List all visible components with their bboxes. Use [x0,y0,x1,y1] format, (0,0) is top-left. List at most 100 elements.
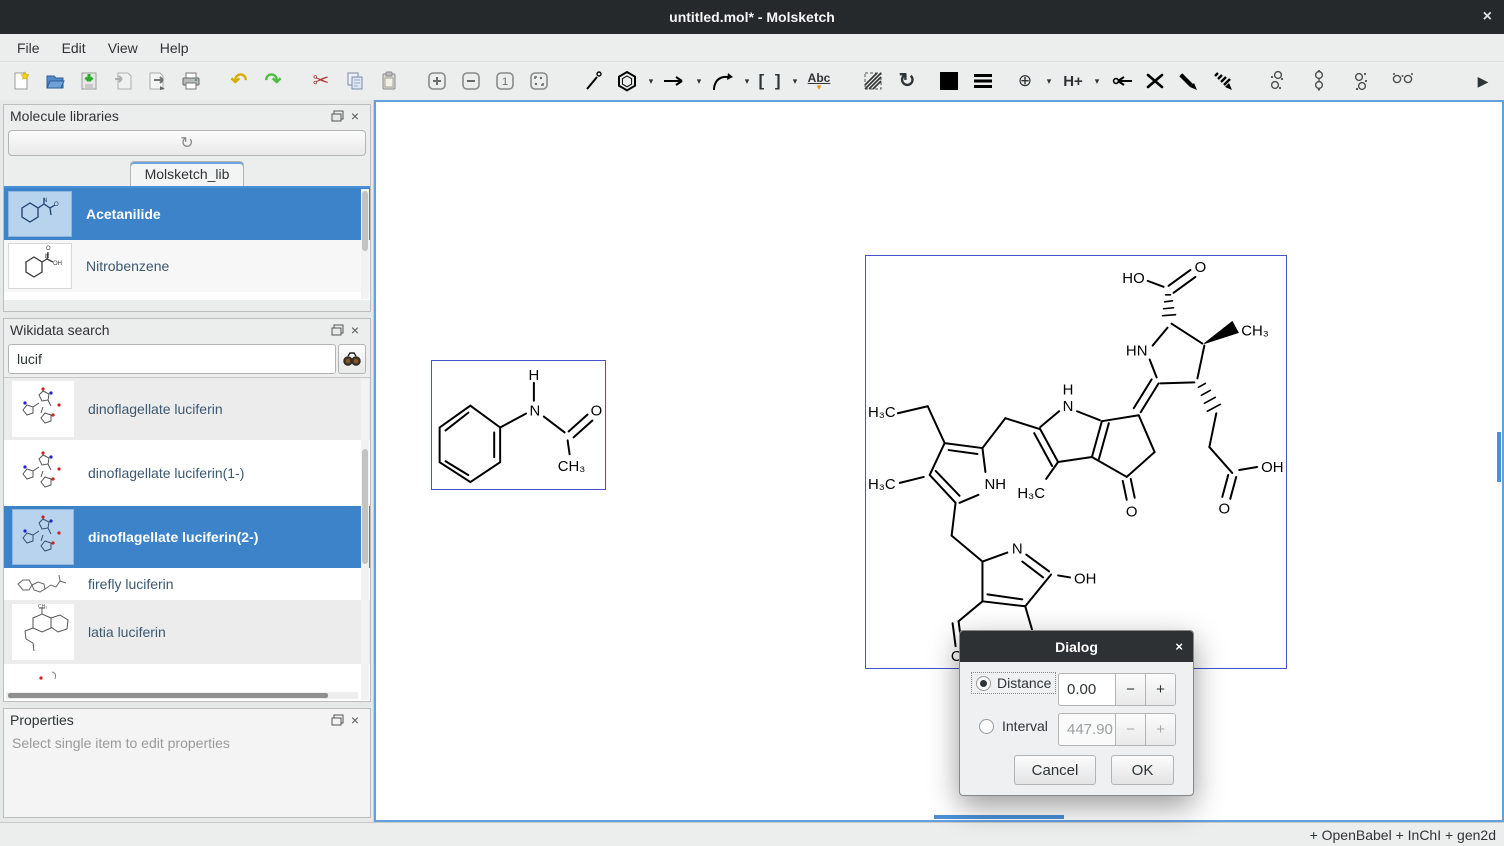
menu-bar: File Edit View Help [0,34,1504,62]
list-item-nitrobenzene[interactable]: NOOH Nitrobenzene [4,240,370,292]
new-document-icon[interactable] [4,65,38,97]
wikidata-vertical-scrollbar[interactable] [361,379,369,700]
charge-dropdown[interactable]: ▾ [1042,65,1056,97]
zoom-original-icon[interactable]: 1 [488,65,522,97]
menu-file[interactable]: File [6,36,51,60]
distance-value[interactable]: 0.00 [1059,674,1115,705]
draw-bond-icon[interactable] [576,65,610,97]
line-width-icon[interactable] [966,65,1000,97]
paste-icon[interactable] [372,65,406,97]
reaction-arrow-dropdown[interactable]: ▾ [692,65,706,97]
wikidata-search-panel: Wikidata search × dinoflagellate lucifer… [3,318,371,702]
library-fragment-4-icon[interactable] [1386,65,1420,97]
svg-text:1: 1 [502,76,508,88]
svg-text:O: O [54,202,59,208]
brackets-dropdown[interactable]: ▾ [788,65,802,97]
delete-icon[interactable] [1138,65,1172,97]
distance-increment-button[interactable]: + [1145,674,1175,705]
color-picker-icon[interactable] [932,65,966,97]
wikidata-horizontal-scrollbar[interactable] [6,692,358,699]
expand-toolbar-icon[interactable]: ▶ [1466,65,1500,97]
close-panel-icon[interactable]: × [346,322,364,338]
save-icon[interactable] [72,65,106,97]
canvas-horizontal-scrollbar[interactable] [934,815,1064,819]
hatch-selection-icon[interactable] [856,65,890,97]
mechanism-arrow-dropdown[interactable]: ▾ [740,65,754,97]
atom-label: CH₃ [558,459,586,475]
wedge-bond-back-icon[interactable] [1206,65,1240,97]
menu-help[interactable]: Help [149,36,200,60]
drawing-canvas[interactable]: H N O CH₃ [374,100,1504,822]
distance-radio[interactable] [976,676,991,691]
interval-value[interactable]: 447.90 [1059,714,1115,745]
open-file-icon[interactable] [38,65,72,97]
molecule-acetanilide[interactable]: H N O CH₃ [431,360,606,490]
atom-label: N [1063,398,1074,415]
zoom-in-icon[interactable] [420,65,454,97]
export-icon[interactable] [140,65,174,97]
float-panel-icon[interactable] [328,712,346,728]
interval-increment-button[interactable]: + [1145,714,1175,745]
float-panel-icon[interactable] [328,108,346,124]
undo-icon[interactable]: ↶ [222,65,256,97]
insert-brackets-icon[interactable]: [ ] [754,65,788,97]
mechanism-arrow-icon[interactable] [706,65,740,97]
float-panel-icon[interactable] [328,322,346,338]
insert-ring-icon[interactable] [610,65,644,97]
library-fragment-2-icon[interactable] [1302,65,1336,97]
add-hydrogen-icon[interactable]: H+ [1056,65,1090,97]
search-button[interactable] [338,344,366,374]
dialog-title-bar[interactable]: Dialog × [960,631,1193,662]
library-tab-bar: Molsketch_lib [4,159,370,186]
result-label: dinoflagellate luciferin [88,401,223,417]
reaction-arrow-icon[interactable] [658,65,692,97]
insert-text-icon[interactable]: Abc ▾ [802,65,836,97]
canvas-vertical-scrollbar[interactable] [1497,432,1501,482]
implicit-hydrogen-icon[interactable] [1104,65,1138,97]
cancel-button[interactable]: Cancel [1014,755,1096,785]
library-list-scrollbar[interactable] [361,189,369,299]
close-panel-icon[interactable]: × [346,712,364,728]
distance-spinbox: 0.00 − + [1058,673,1176,706]
menu-view[interactable]: View [97,36,149,60]
library-fragment-1-icon[interactable] [1260,65,1294,97]
library-list: NO Acetanilide NOOH Nitrobenzene [4,186,370,300]
result-firefly-luciferin[interactable]: firefly luciferin [4,568,370,600]
text-color-caret: ▾ [817,84,822,90]
result-dinoflagellate-luciferin[interactable]: dinoflagellate luciferin [4,378,370,440]
atom-label: H₃C [868,404,896,421]
properties-panel-header: Properties × [4,709,370,731]
result-dinoflagellate-luciferin-2[interactable]: dinoflagellate luciferin(2-) [4,506,370,568]
interval-label: Interval [1002,718,1048,734]
ring-dropdown[interactable]: ▾ [644,65,658,97]
zoom-out-icon[interactable] [454,65,488,97]
tab-molsketch-lib[interactable]: Molsketch_lib [130,161,245,186]
molecule-dinoflagellate-luciferin[interactable]: HO O CH₃ HN H N H₃C H₃C NH H₃C O OH O N … [865,255,1287,669]
menu-edit[interactable]: Edit [51,36,97,60]
print-icon[interactable] [174,65,208,97]
close-panel-icon[interactable]: × [346,108,364,124]
library-fragment-3-icon[interactable] [1344,65,1378,97]
interval-radio[interactable] [979,719,994,734]
rotate-icon[interactable]: ↻ [890,65,924,97]
hydrogen-dropdown[interactable]: ▾ [1090,65,1104,97]
distance-decrement-button[interactable]: − [1115,674,1145,705]
cut-icon[interactable]: ✂ [304,65,338,97]
list-item-acetanilide[interactable]: NO Acetanilide [4,188,370,240]
zoom-fit-icon[interactable] [522,65,556,97]
result-dinoflagellate-luciferin-1[interactable]: dinoflagellate luciferin(1-) [4,440,370,506]
charge-icon[interactable]: ⊕ [1008,65,1042,97]
interval-decrement-button[interactable]: − [1115,714,1145,745]
atom-label: H₃C [868,476,896,493]
window-close-button[interactable]: × [1483,0,1492,34]
copy-icon[interactable] [338,65,372,97]
wedge-bond-front-icon[interactable] [1172,65,1206,97]
wikidata-search-input[interactable] [8,344,336,374]
save-as-icon[interactable] [106,65,140,97]
result-partial-row[interactable] [4,664,370,690]
redo-icon[interactable]: ↷ [256,65,290,97]
result-latia-luciferin[interactable]: CH₃ latia luciferin [4,600,370,664]
dialog-close-button[interactable]: × [1175,639,1183,654]
ok-button[interactable]: OK [1111,755,1174,785]
refresh-library-button[interactable]: ↻ [8,130,366,156]
